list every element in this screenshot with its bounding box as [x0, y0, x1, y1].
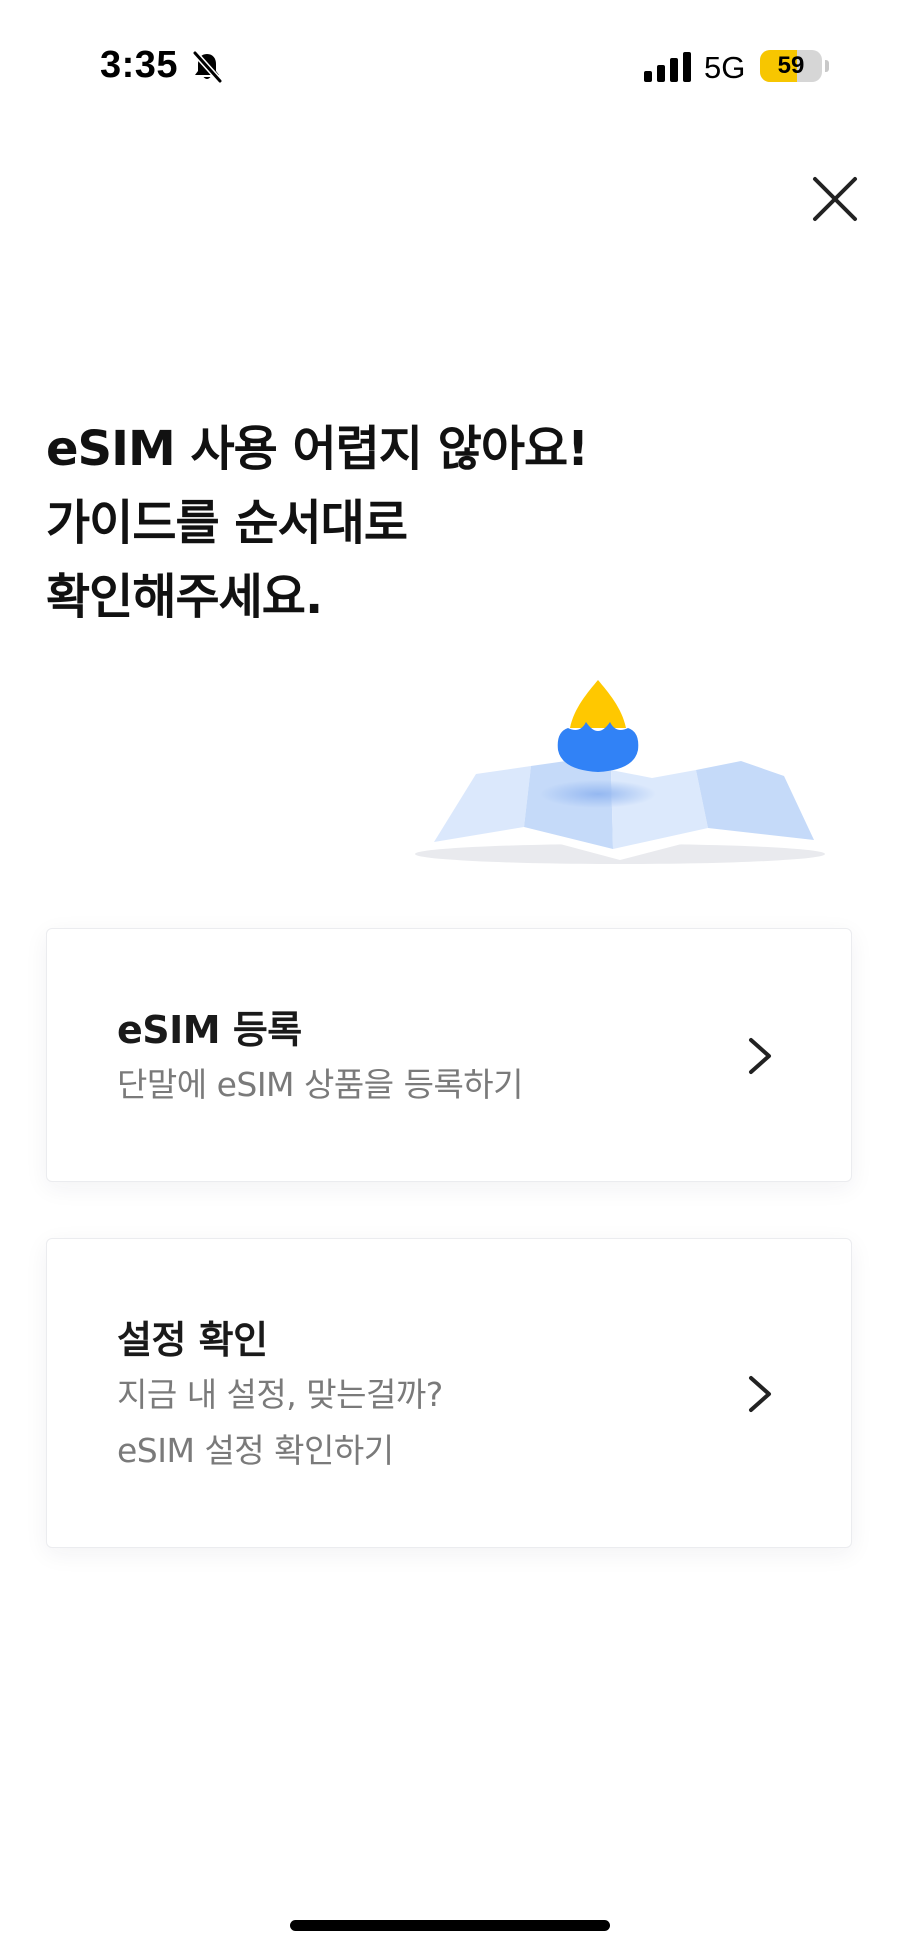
page-title-line-1: eSIM 사용 어렵지 않아요! [46, 421, 589, 477]
close-icon [811, 175, 859, 227]
status-bar: 3:35 5G 59 [0, 0, 900, 130]
network-type: 5G [704, 50, 746, 85]
card-title: 설정 확인 [117, 1318, 268, 1362]
page-title: eSIM 사용 어렵지 않아요! 가이드를 순서대로 확인해주세요. [46, 412, 589, 634]
signal-icon [644, 52, 692, 82]
home-indicator[interactable] [290, 1920, 610, 1931]
card-title: eSIM 등록 [117, 1008, 302, 1052]
settings-check-card[interactable]: 설정 확인 지금 내 설정, 맞는걸까? eSIM 설정 확인하기 [46, 1238, 852, 1548]
battery-tip [825, 60, 829, 72]
card-description: 단말에 eSIM 상품을 등록하기 [117, 1065, 524, 1104]
card-description-line-2: eSIM 설정 확인하기 [117, 1431, 394, 1470]
page-title-line-3: 확인해주세요. [46, 569, 323, 625]
esim-register-card[interactable]: eSIM 등록 단말에 eSIM 상품을 등록하기 [46, 928, 852, 1182]
bell-off-icon [190, 50, 224, 84]
chevron-right-icon [745, 1373, 775, 1415]
chevron-right-icon [745, 1035, 775, 1077]
card-description-line-1: 지금 내 설정, 맞는걸까? [117, 1375, 443, 1414]
close-button[interactable] [800, 166, 870, 236]
map-illustration [390, 670, 850, 870]
page-title-line-2: 가이드를 순서대로 [46, 495, 408, 551]
battery-indicator: 59 [760, 50, 822, 82]
status-time: 3:35 [100, 44, 179, 86]
battery-percent: 59 [777, 52, 805, 79]
